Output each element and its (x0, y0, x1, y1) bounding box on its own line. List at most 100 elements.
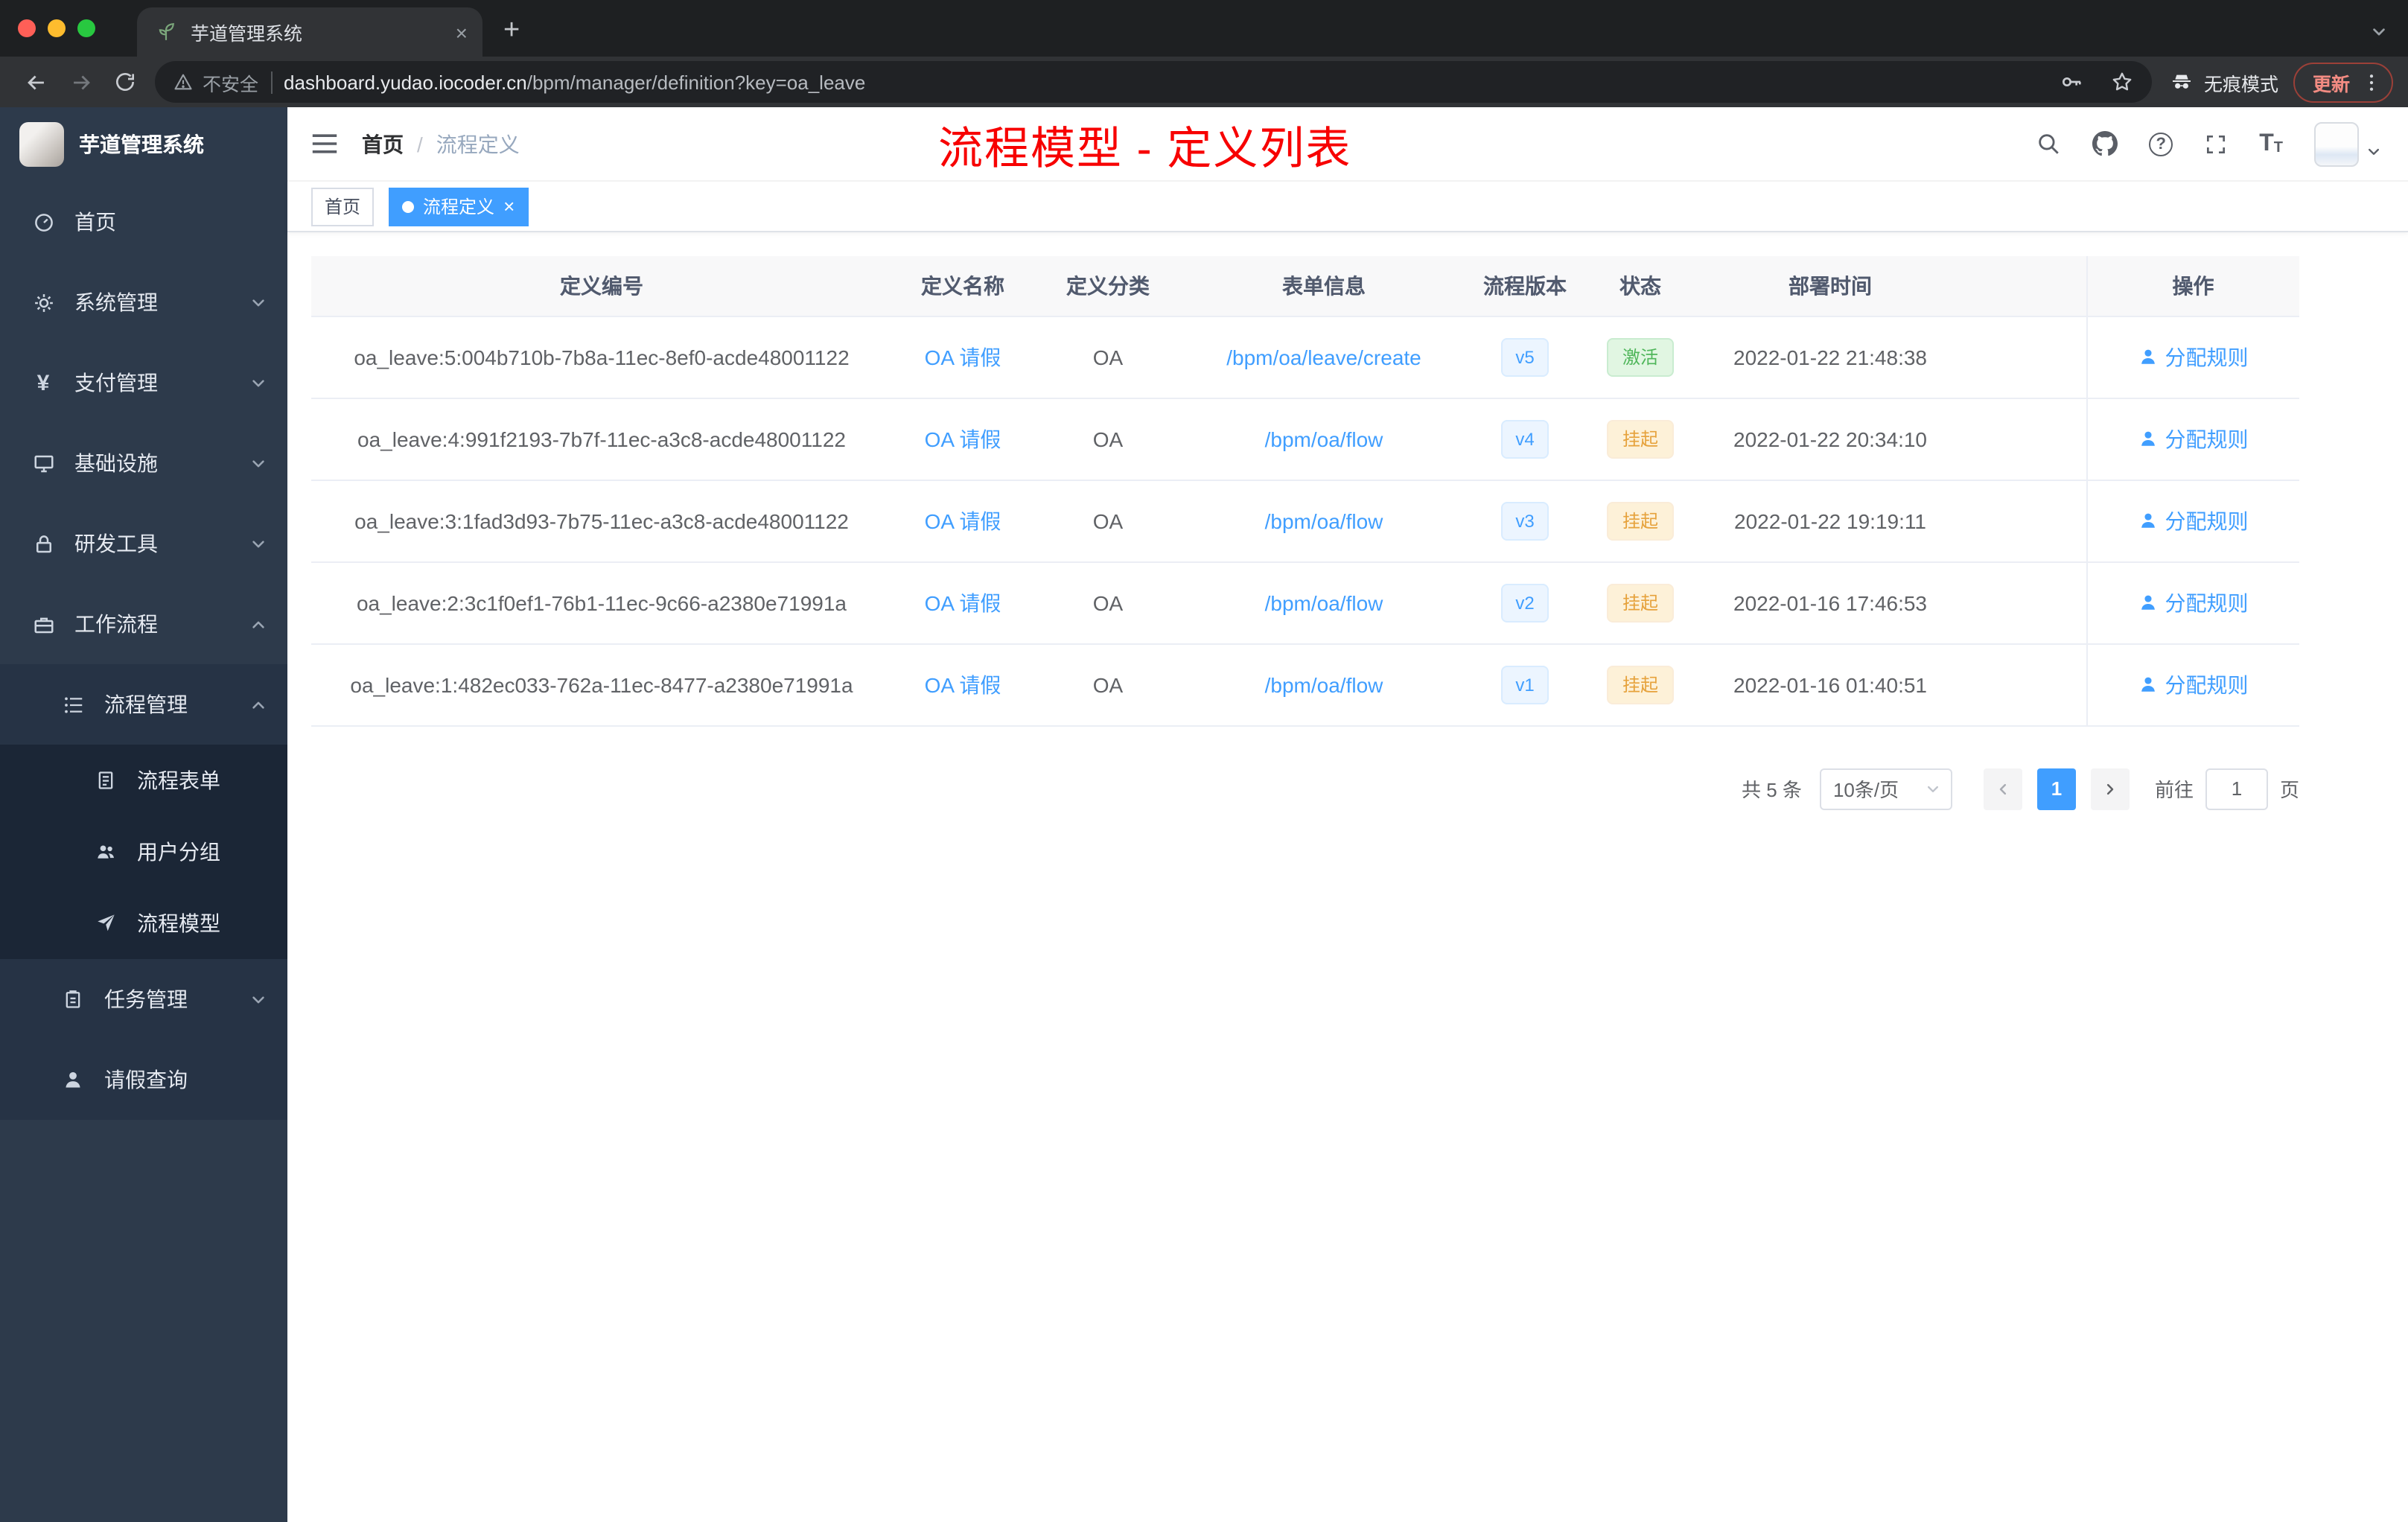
browser-menu-icon[interactable] (2360, 71, 2383, 93)
prev-page-button[interactable] (1983, 768, 2022, 809)
app-logo-row[interactable]: 芋道管理系统 (0, 107, 287, 182)
sidebar-item-infrastructure[interactable]: 基础设施 (0, 423, 287, 503)
tag-close-icon[interactable]: × (503, 197, 515, 216)
assign-rule-link[interactable]: 分配规则 (2138, 506, 2249, 535)
form-link[interactable]: /bpm/oa/flow (1265, 672, 1383, 696)
definition-name-link[interactable]: OA 请假 (925, 509, 1001, 532)
browser-tab[interactable]: 芋道管理系统 × (137, 7, 482, 57)
pagination: 共 5 条 10条/页 1 前往 页 (311, 768, 2299, 809)
app-title: 芋道管理系统 (79, 133, 204, 156)
font-size-icon[interactable]: TT (2259, 131, 2283, 156)
window-controls (0, 0, 116, 57)
sidebar-item-process-management[interactable]: 流程管理 (0, 664, 287, 745)
tab-close-icon[interactable]: × (456, 22, 468, 42)
sidebar-item-leave-query[interactable]: 请假查询 (0, 1039, 287, 1120)
tab-strip: 芋道管理系统 × + (0, 0, 2408, 57)
definition-name-link[interactable]: OA 请假 (925, 427, 1001, 450)
browser-chrome: 芋道管理系统 × + 不安全 dashboard.yudao.iocoder.c… (0, 0, 2408, 107)
goto-page-input[interactable] (2205, 768, 2268, 809)
form-link[interactable]: /bpm/oa/leave/create (1226, 345, 1421, 369)
avatar (2314, 121, 2359, 166)
form-link[interactable]: /bpm/oa/flow (1265, 427, 1383, 450)
github-icon[interactable] (2092, 131, 2118, 156)
sidebar-item-home[interactable]: 首页 (0, 182, 287, 262)
bookmark-star-icon[interactable] (2110, 70, 2134, 94)
definition-name-link[interactable]: OA 请假 (925, 672, 1001, 696)
total-count: 共 5 条 (1742, 779, 1802, 801)
current-page-button[interactable]: 1 (2036, 768, 2076, 809)
help-icon[interactable]: ? (2149, 132, 2173, 156)
key-icon[interactable] (2060, 70, 2083, 94)
next-page-button[interactable] (2090, 768, 2130, 809)
form-link[interactable]: /bpm/oa/flow (1265, 590, 1383, 614)
assign-rule-link[interactable]: 分配规则 (2138, 669, 2249, 699)
sidebar-item-task-management[interactable]: 任务管理 (0, 959, 287, 1039)
browser-update-button[interactable]: 更新 (2293, 62, 2393, 102)
version-badge: v4 (1500, 419, 1549, 458)
status-badge: 挂起 (1607, 583, 1673, 622)
user-menu[interactable] (2314, 121, 2381, 166)
form-link[interactable]: /bpm/oa/flow (1265, 509, 1383, 532)
column-header-definition-name: 定义名称 (892, 256, 1033, 316)
minimize-window-button[interactable] (48, 19, 66, 37)
tag-process-definition[interactable]: 流程定义 × (389, 187, 529, 226)
briefcase-icon (30, 613, 57, 635)
sidebar-item-label: 流程管理 (104, 692, 188, 716)
search-icon[interactable] (2036, 131, 2061, 156)
sidebar-item-system[interactable]: 系统管理 (0, 262, 287, 343)
cell-definition-id: oa_leave:5:004b710b-7b8a-11ec-8ef0-acde4… (311, 316, 892, 398)
new-tab-button[interactable]: + (503, 16, 520, 45)
cell-definition-id: oa_leave:1:482ec033-762a-11ec-8477-a2380… (311, 643, 892, 726)
close-window-button[interactable] (18, 19, 36, 37)
incognito-icon (2172, 74, 2191, 89)
table-row: oa_leave:4:991f2193-7b7f-11ec-a3c8-acde4… (311, 398, 2299, 480)
refresh-button[interactable] (104, 61, 146, 103)
tab-favicon-icon (152, 22, 179, 42)
fullscreen-icon[interactable] (2204, 132, 2228, 156)
assign-rule-label: 分配规则 (2165, 345, 2249, 369)
tab-search-chevron-icon[interactable] (2371, 24, 2387, 40)
assign-rule-link[interactable]: 分配规则 (2138, 424, 2249, 453)
table-row: oa_leave:3:1fad3d93-7b75-11ec-a3c8-acde4… (311, 480, 2299, 562)
sidebar-item-dev-tools[interactable]: 研发工具 (0, 503, 287, 584)
page-content: 定义编号 定义名称 定义分类 表单信息 流程版本 状态 部署时间 操作 oa_l… (287, 232, 2408, 1522)
table-row: oa_leave:1:482ec033-762a-11ec-8477-a2380… (311, 643, 2299, 726)
sidebar-item-process-models[interactable]: 流程模型 (0, 888, 287, 959)
caret-down-icon (2366, 144, 2381, 159)
breadcrumb-home[interactable]: 首页 (362, 129, 404, 159)
assign-rule-link[interactable]: 分配规则 (2138, 588, 2249, 617)
column-header-filler (1964, 256, 2086, 316)
column-header-process-version: 流程版本 (1465, 256, 1584, 316)
sidebar-item-process-forms[interactable]: 流程表单 (0, 745, 287, 816)
back-button[interactable] (15, 61, 57, 103)
page-unit-label: 页 (2279, 779, 2299, 801)
zoom-window-button[interactable] (77, 19, 95, 37)
chevron-down-icon (1926, 781, 1940, 796)
chevron-down-icon (250, 991, 267, 1007)
page-size-select[interactable]: 10条/页 (1819, 768, 1952, 809)
sidebar-item-label: 工作流程 (74, 612, 158, 636)
address-bar[interactable]: 不安全 dashboard.yudao.iocoder.cn/bpm/manag… (155, 61, 2152, 103)
sidebar-item-payment[interactable]: ¥ 支付管理 (0, 343, 287, 423)
assign-rule-link[interactable]: 分配规则 (2138, 342, 2249, 372)
main-area: 首页 / 流程定义 流程模型 - 定义列表 ? TT 首页 流程定义 × 定义编… (287, 107, 2408, 1522)
sidebar-item-workflow[interactable]: 工作流程 (0, 584, 287, 664)
cell-deploy-time: 2022-01-22 19:19:11 (1696, 480, 1964, 562)
definition-name-link[interactable]: OA 请假 (925, 345, 1001, 369)
cell-definition-id: oa_leave:3:1fad3d93-7b75-11ec-a3c8-acde4… (311, 480, 892, 562)
lock-icon (30, 532, 57, 555)
sidebar-toggle-icon[interactable] (311, 133, 338, 155)
definition-name-link[interactable]: OA 请假 (925, 590, 1001, 614)
sidebar-item-label: 流程模型 (137, 911, 220, 935)
warning-triangle-icon (174, 74, 192, 90)
tab-title: 芋道管理系统 (191, 24, 303, 45)
forward-button[interactable] (60, 61, 101, 103)
paper-plane-icon (92, 913, 119, 934)
security-status[interactable]: 不安全 (173, 68, 258, 96)
tag-home[interactable]: 首页 (311, 187, 375, 226)
url-path: /bpm/manager/definition?key=oa_leave (526, 71, 866, 93)
column-header-deploy-time: 部署时间 (1696, 256, 1964, 316)
sidebar-item-user-groups[interactable]: 用户分组 (0, 816, 287, 888)
cell-filler (1964, 643, 2086, 726)
url-domain: dashboard.yudao.iocoder.cn (284, 71, 527, 93)
